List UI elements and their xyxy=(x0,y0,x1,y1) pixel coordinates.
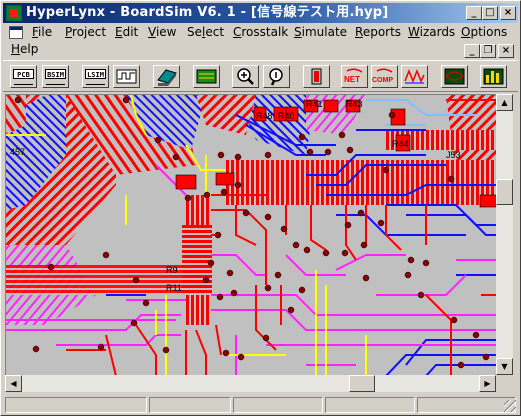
board-green-icon xyxy=(196,69,217,84)
scroll-left-icon[interactable]: ◀ xyxy=(5,375,22,392)
eye-diagram-icon xyxy=(444,68,465,85)
menu-wizards[interactable]: Wizards xyxy=(408,25,455,41)
scroll-corner xyxy=(496,375,513,392)
refdes-label: R9 xyxy=(166,265,178,275)
menu-edit[interactable]: Edit xyxy=(115,25,138,41)
bar-chart-icon xyxy=(483,68,504,85)
pcb-icon: PCB xyxy=(13,69,34,79)
mdi-close-button[interactable]: × xyxy=(498,44,514,58)
zoom-in-icon xyxy=(237,68,254,85)
signal-button[interactable] xyxy=(401,65,428,88)
board-canvas[interactable]: 457 R48 R40 R41 R43 R44 J53 R9 R11 xyxy=(5,94,496,375)
svg-text:COMP: COMP xyxy=(372,77,393,84)
net-icon: NET xyxy=(344,68,363,84)
maximize-button[interactable]: □ xyxy=(482,6,498,20)
refdes-label: R11 xyxy=(166,283,182,293)
scroll-up-icon[interactable]: ▲ xyxy=(496,94,513,111)
eye-diagram-button[interactable] xyxy=(441,65,468,88)
window-title: HyperLynx - BoardSim V6. 1 - [信号線テスト用.hy… xyxy=(26,5,389,20)
status-panel-1 xyxy=(5,397,147,413)
menu-view[interactable]: View xyxy=(148,25,176,41)
refdes-label: 457 xyxy=(10,147,25,157)
signal-icon xyxy=(404,68,425,84)
status-bar xyxy=(3,395,518,414)
zoom-in-button[interactable] xyxy=(232,65,259,88)
refdes-label: R48 xyxy=(256,111,273,121)
svg-text:NET: NET xyxy=(344,75,360,84)
close-button[interactable]: × xyxy=(500,6,516,20)
comp-icon: COMP xyxy=(372,68,393,84)
menu-bar: File Project Edit View Select Crosstalk … xyxy=(3,24,518,41)
status-panel-4 xyxy=(325,397,415,413)
menu-crosstalk[interactable]: Crosstalk xyxy=(233,25,288,41)
menu-reports[interactable]: Reports xyxy=(355,25,401,41)
menu-options[interactable]: Options xyxy=(461,25,507,41)
status-panel-3 xyxy=(233,397,323,413)
terminator-button[interactable] xyxy=(303,65,330,88)
bsim-icon: BSIM xyxy=(45,69,66,79)
status-panel-5 xyxy=(417,397,516,413)
horizontal-scroll-thumb[interactable] xyxy=(349,375,375,392)
menu-select[interactable]: Select xyxy=(187,25,224,41)
zoom-out-button[interactable] xyxy=(263,65,290,88)
refdes-label: R41 xyxy=(306,99,323,109)
board-view-button[interactable] xyxy=(193,65,220,88)
zoom-out-icon xyxy=(269,68,283,86)
horizontal-scrollbar[interactable]: ◀ ▶ xyxy=(5,375,496,392)
toolbar: PCB BSIM LSIM NET COMP xyxy=(3,60,518,92)
menu-help[interactable]: Help xyxy=(11,42,38,57)
menu-project[interactable]: Project xyxy=(65,25,106,41)
refdes-label: R44 xyxy=(392,139,409,149)
minimize-button[interactable]: _ xyxy=(466,6,482,20)
terminator-icon xyxy=(311,68,322,85)
vertical-scrollbar[interactable]: ▲ ▼ xyxy=(496,94,513,375)
mdi-restore-button[interactable]: ❐ xyxy=(480,44,496,58)
bar-chart-button[interactable] xyxy=(480,65,507,88)
net-button[interactable]: NET xyxy=(341,65,368,88)
scroll-right-icon[interactable]: ▶ xyxy=(479,375,496,392)
resize-grip-icon[interactable] xyxy=(504,400,516,412)
document-icon[interactable] xyxy=(9,26,23,39)
lsim-icon: LSIM xyxy=(85,69,106,79)
refdes-label: J53 xyxy=(446,150,461,160)
menu-bar-secondary: Help _ ❐ × xyxy=(3,41,518,58)
menu-simulate[interactable]: Simulate xyxy=(294,25,347,41)
lsim-button[interactable]: LSIM xyxy=(82,65,109,88)
waveform-button[interactable] xyxy=(113,65,140,88)
scroll-down-icon[interactable]: ▼ xyxy=(496,358,513,375)
waveform-icon xyxy=(116,69,137,84)
refdes-label: R43 xyxy=(346,99,363,109)
title-bar[interactable]: HyperLynx - BoardSim V6. 1 - [信号線テスト用.hy… xyxy=(3,3,518,23)
layer-stack-button[interactable] xyxy=(153,65,180,88)
status-panel-2 xyxy=(149,397,231,413)
layer-stack-icon xyxy=(157,69,177,86)
mdi-minimize-button[interactable]: _ xyxy=(464,44,480,58)
pcb-button[interactable]: PCB xyxy=(10,65,37,88)
menu-file[interactable]: File xyxy=(32,25,52,41)
application-window: HyperLynx - BoardSim V6. 1 - [信号線テスト用.hy… xyxy=(0,0,521,416)
comp-button[interactable]: COMP xyxy=(371,65,398,88)
vertical-scroll-thumb[interactable] xyxy=(496,179,513,205)
bsim-button[interactable]: BSIM xyxy=(42,65,69,88)
pcb-layout[interactable]: 457 R48 R40 R41 R43 R44 J53 R9 R11 xyxy=(6,95,496,375)
refdes-label: R40 xyxy=(278,111,295,121)
app-icon[interactable] xyxy=(6,5,22,21)
